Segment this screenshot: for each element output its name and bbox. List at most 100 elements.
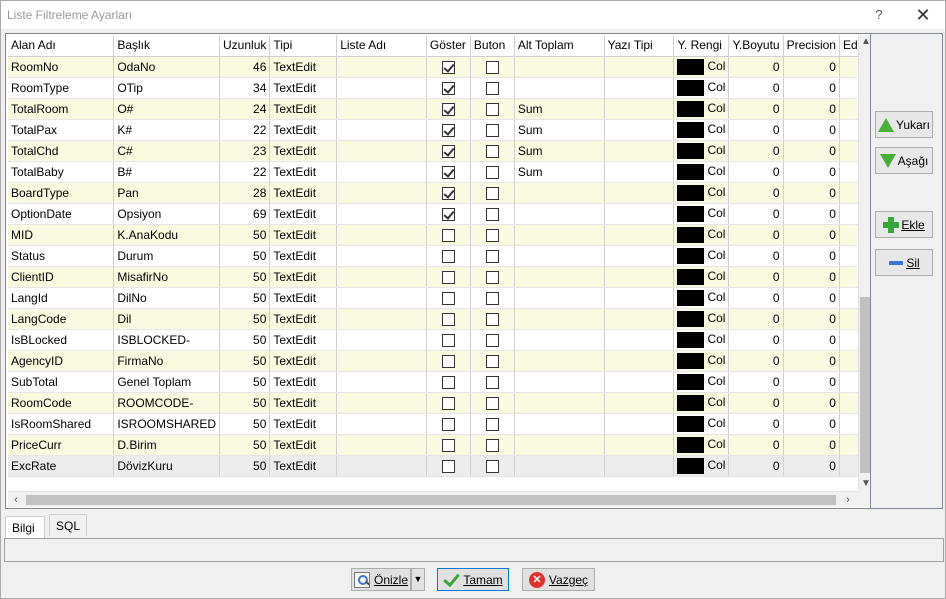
vertical-scrollbar[interactable]: ▲ ▼ xyxy=(858,35,870,491)
button-checkbox[interactable] xyxy=(485,123,499,137)
length-cell[interactable]: 28 xyxy=(219,182,271,204)
font-cell[interactable] xyxy=(604,224,675,246)
color-cell[interactable]: Col xyxy=(673,308,730,330)
length-cell[interactable]: 50 xyxy=(219,287,271,309)
table-row[interactable]: BoardType Pan 28 TextEdit Col 0 0 xyxy=(8,182,870,204)
type-cell[interactable]: TextEdit xyxy=(269,98,338,120)
caption-cell[interactable]: OdaNo xyxy=(113,56,221,78)
field-name-cell[interactable]: RoomCode xyxy=(8,392,115,414)
font-cell[interactable] xyxy=(604,371,675,393)
font-cell[interactable] xyxy=(604,98,675,120)
caption-cell[interactable]: Genel Toplam xyxy=(113,371,221,393)
length-cell[interactable]: 50 xyxy=(219,308,271,330)
subtotal-cell[interactable] xyxy=(514,203,605,225)
size-cell[interactable]: 0 xyxy=(728,119,784,141)
preview-dropdown-arrow-icon[interactable]: ▼ xyxy=(411,568,425,591)
field-name-cell[interactable]: ClientID xyxy=(8,266,115,288)
list-name-cell[interactable] xyxy=(336,329,427,351)
field-name-cell[interactable]: LangId xyxy=(8,287,115,309)
show-checkbox[interactable] xyxy=(441,165,455,179)
scroll-thumb[interactable] xyxy=(26,495,836,505)
list-name-cell[interactable] xyxy=(336,119,427,141)
precision-cell[interactable]: 0 xyxy=(783,287,840,309)
delete-button[interactable]: Sil xyxy=(875,249,933,276)
precision-cell[interactable]: 0 xyxy=(783,203,840,225)
list-name-cell[interactable] xyxy=(336,350,427,372)
type-cell[interactable]: TextEdit xyxy=(269,434,338,456)
length-cell[interactable]: 23 xyxy=(219,140,271,162)
size-cell[interactable]: 0 xyxy=(728,224,784,246)
subtotal-cell[interactable] xyxy=(514,308,605,330)
table-row[interactable]: AgencyID FirmaNo 50 TextEdit Col 0 0 xyxy=(8,350,870,372)
show-checkbox[interactable] xyxy=(441,375,455,389)
caption-cell[interactable]: D.Birim xyxy=(113,434,221,456)
column-header[interactable]: Göster xyxy=(426,35,471,57)
preview-button[interactable]: Önizle xyxy=(351,568,411,591)
font-cell[interactable] xyxy=(604,329,675,351)
table-row[interactable]: ClientID MisafirNo 50 TextEdit Col 0 0 xyxy=(8,266,870,288)
button-checkbox[interactable] xyxy=(485,312,499,326)
length-cell[interactable]: 50 xyxy=(219,266,271,288)
color-cell[interactable]: Col xyxy=(673,371,730,393)
table-row[interactable]: ExcRate DövizKuru 50 TextEdit Col 0 0 xyxy=(8,455,870,477)
table-row[interactable]: LangId DilNo 50 TextEdit Col 0 0 xyxy=(8,287,870,309)
size-cell[interactable]: 0 xyxy=(728,182,784,204)
column-header[interactable]: Başlık xyxy=(113,35,221,57)
caption-cell[interactable]: K.AnaKodu xyxy=(113,224,221,246)
precision-cell[interactable]: 0 xyxy=(783,56,840,78)
table-row[interactable]: Status Durum 50 TextEdit Col 0 0 xyxy=(8,245,870,267)
size-cell[interactable]: 0 xyxy=(728,329,784,351)
size-cell[interactable]: 0 xyxy=(728,266,784,288)
length-cell[interactable]: 46 xyxy=(219,56,271,78)
show-checkbox[interactable] xyxy=(441,228,455,242)
type-cell[interactable]: TextEdit xyxy=(269,287,338,309)
button-checkbox[interactable] xyxy=(485,417,499,431)
show-checkbox[interactable] xyxy=(441,417,455,431)
precision-cell[interactable]: 0 xyxy=(783,308,840,330)
column-header[interactable]: Y. Rengi xyxy=(673,35,730,57)
scroll-left-icon[interactable]: ‹ xyxy=(8,492,24,508)
field-name-cell[interactable]: IsBLocked xyxy=(8,329,115,351)
button-checkbox[interactable] xyxy=(485,249,499,263)
subtotal-cell[interactable] xyxy=(514,287,605,309)
show-checkbox[interactable] xyxy=(441,438,455,452)
button-checkbox[interactable] xyxy=(485,333,499,347)
color-cell[interactable]: Col xyxy=(673,434,730,456)
caption-cell[interactable]: DövizKuru xyxy=(113,455,221,477)
show-checkbox[interactable] xyxy=(441,60,455,74)
list-name-cell[interactable] xyxy=(336,98,427,120)
font-cell[interactable] xyxy=(604,77,675,99)
precision-cell[interactable]: 0 xyxy=(783,350,840,372)
show-checkbox[interactable] xyxy=(441,291,455,305)
table-row[interactable]: TotalRoom O# 24 TextEdit Sum Col 0 0 xyxy=(8,98,870,120)
type-cell[interactable]: TextEdit xyxy=(269,203,338,225)
subtotal-cell[interactable] xyxy=(514,266,605,288)
type-cell[interactable]: TextEdit xyxy=(269,182,338,204)
subtotal-cell[interactable]: Sum xyxy=(514,161,605,183)
table-row[interactable]: IsRoomShared ISROOMSHARED 50 TextEdit Col 0 0 xyxy=(8,413,870,435)
table-row[interactable]: TotalChd C# 23 TextEdit Sum Col 0 0 xyxy=(8,140,870,162)
size-cell[interactable]: 0 xyxy=(728,287,784,309)
length-cell[interactable]: 50 xyxy=(219,329,271,351)
button-checkbox[interactable] xyxy=(485,459,499,473)
show-checkbox[interactable] xyxy=(441,354,455,368)
caption-cell[interactable]: ISBLOCKED- xyxy=(113,329,221,351)
font-cell[interactable] xyxy=(604,392,675,414)
caption-cell[interactable]: O# xyxy=(113,98,221,120)
subtotal-cell[interactable] xyxy=(514,434,605,456)
subtotal-cell[interactable] xyxy=(514,77,605,99)
caption-cell[interactable]: Opsiyon xyxy=(113,203,221,225)
subtotal-cell[interactable] xyxy=(514,413,605,435)
subtotal-cell[interactable] xyxy=(514,182,605,204)
font-cell[interactable] xyxy=(604,161,675,183)
show-checkbox[interactable] xyxy=(441,333,455,347)
size-cell[interactable]: 0 xyxy=(728,98,784,120)
field-name-cell[interactable]: PriceCurr xyxy=(8,434,115,456)
precision-cell[interactable]: 0 xyxy=(783,329,840,351)
show-checkbox[interactable] xyxy=(441,81,455,95)
caption-cell[interactable]: ISROOMSHARED xyxy=(113,413,221,435)
type-cell[interactable]: TextEdit xyxy=(269,308,338,330)
precision-cell[interactable]: 0 xyxy=(783,98,840,120)
length-cell[interactable]: 50 xyxy=(219,392,271,414)
precision-cell[interactable]: 0 xyxy=(783,161,840,183)
